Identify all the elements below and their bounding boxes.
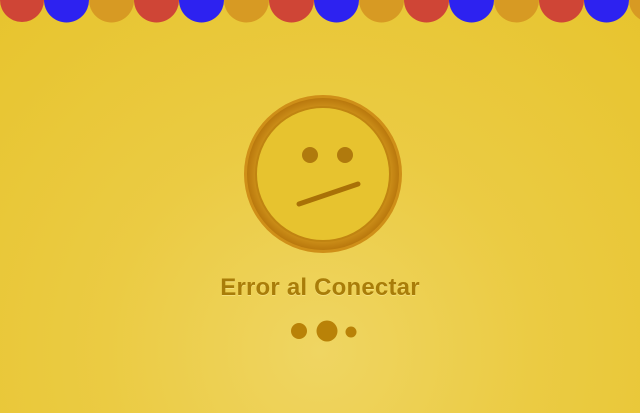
error-title: Error al Conectar xyxy=(220,274,420,301)
neutral-face-icon xyxy=(235,86,411,262)
error-screen: Error al Conectar xyxy=(0,0,640,413)
bunting-icon xyxy=(0,0,640,23)
loading-dots-icon xyxy=(285,316,365,346)
bunting-decoration xyxy=(0,0,640,24)
